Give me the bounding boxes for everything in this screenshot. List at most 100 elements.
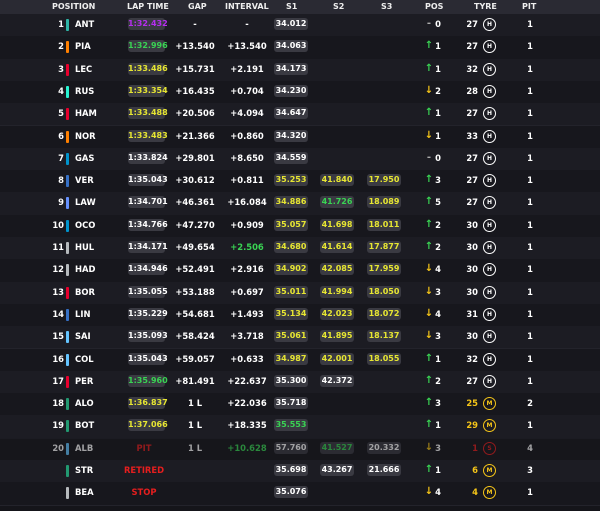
gap-value: +21.366 xyxy=(175,130,215,141)
team-color-bar xyxy=(66,19,69,31)
position-change: 1 xyxy=(435,465,441,475)
pit-count: 1 xyxy=(527,63,533,74)
sector-2-time: 41.614 xyxy=(320,241,354,253)
lap-time: 1:33.483 xyxy=(128,129,168,142)
position-change: 3 xyxy=(435,286,441,297)
interval-value: +2.506 xyxy=(230,242,264,252)
header-s2: S2 xyxy=(333,2,345,11)
interval-value: +0.860 xyxy=(230,130,264,141)
driver-code: OCO xyxy=(75,219,96,230)
gap-value: 1 L xyxy=(187,398,203,409)
table-row[interactable]: 14 LIN 1:35.229 +54.681 +1.493 35.134 42.023 18… xyxy=(0,303,600,328)
sector-1-time: 35.253 xyxy=(274,174,308,187)
table-row[interactable]: 3 LEC 1:33.486 +15.731 +2.191 34.173 ↑ 1 32 H 1 xyxy=(0,58,600,82)
pit-count: 1 xyxy=(527,85,533,96)
table-row[interactable]: 13 BOR 1:35.055 +53.188 +0.697 35.011 41.994 18… xyxy=(0,281,600,305)
position-number: 18 xyxy=(52,398,64,409)
table-row[interactable]: 7 GAS 1:33.824 +29.801 +8.650 34.559-0 27 H 1 xyxy=(0,147,600,172)
tyre-compound-icon: H xyxy=(483,352,496,366)
tyre-compound-icon: H xyxy=(483,84,496,98)
team-color-bar xyxy=(66,242,69,254)
table-row[interactable]: 5 HAM 1:33.488 +20.506 +4.094 34.647 ↑ 1 27 H 1 xyxy=(0,103,600,127)
driver-code: NOR xyxy=(75,130,96,141)
sector-1-time: 35.718 xyxy=(274,397,308,410)
team-color-bar xyxy=(66,398,69,411)
position-change: 2 xyxy=(435,375,441,386)
sector-3-time: 18.137 xyxy=(367,330,401,343)
team-color-bar xyxy=(66,264,69,277)
table-row[interactable]: 8 VER 1:35.043 +30.612 +0.811 35.253 41.840 17.… xyxy=(0,170,600,194)
table-row[interactable]: 16 COL 1:35.043 +59.057 +0.633 34.987 42.001 18… xyxy=(0,348,600,372)
table-row[interactable]: 18 ALO 1:36.837 1 L +22.036 35.718 ↑ 3 25 M 2 xyxy=(0,393,600,417)
position-number: 8 xyxy=(58,175,64,186)
table-row[interactable]: BEA STOP 35.076 ↓ 4 4 M 1 xyxy=(0,482,600,506)
tyre-laps: 27 xyxy=(466,197,478,208)
sector-3-time: 17.959 xyxy=(367,263,401,276)
sector-1-time: 35.076 xyxy=(274,486,308,499)
driver-code: ANT xyxy=(75,19,95,29)
sector-3-time: 17.877 xyxy=(367,241,401,253)
table-row[interactable]: 9 LAW 1:34.701 +46.361 +16.084 34.886 41.726 18… xyxy=(0,192,600,216)
tyre-compound-icon: H xyxy=(483,151,496,165)
sector-1-time: 35.300 xyxy=(274,374,308,387)
position-number: 15 xyxy=(52,331,64,342)
team-color-bar xyxy=(66,219,69,232)
team-color-bar xyxy=(66,487,69,500)
table-row[interactable]: 17 PER 1:35.960 +81.491 +22.637 35.300 42.372 ↑… xyxy=(0,370,600,395)
table-row[interactable]: STR RETIRED 35.698 43.267 21.666 ↑ 1 6 M 3 xyxy=(0,460,600,484)
driver-code: LAW xyxy=(75,197,96,208)
table-row[interactable]: 19 BOT 1:37.066 1 L +18.335 35.553 ↑ 1 29 M 1 xyxy=(0,415,600,439)
driver-code: BOT xyxy=(75,420,95,431)
gap-value: - xyxy=(193,19,197,29)
tyre-compound-icon: H xyxy=(483,330,496,344)
table-row[interactable]: 1 ANT 1:32.432- -34.012-0 27 H 1 xyxy=(0,14,600,38)
header-pit: PIT xyxy=(522,2,537,11)
table-row[interactable]: 4 RUS 1:33.354 +16.435 +0.704 34.230 ↓ 2 28 H 1 xyxy=(0,80,600,105)
table-row[interactable]: 6 NOR 1:33.483 +21.366 +0.860 34.320 ↓ 1 33 H 1 xyxy=(0,125,600,149)
interval-value: +13.540 xyxy=(227,41,267,52)
table-row[interactable]: 12 HAD 1:34.946 +52.491 +2.916 34.902 42.085 17… xyxy=(0,259,600,283)
lap-time: 1:35.960 xyxy=(128,374,168,387)
table-row[interactable]: 15 SAI 1:35.093 +58.424 +3.718 35.061 41.895 18… xyxy=(0,326,600,350)
sector-3-time: 17.950 xyxy=(367,174,401,187)
team-color-bar xyxy=(66,442,69,455)
lap-time: 1:35.093 xyxy=(128,330,168,343)
table-header: POSITION LAP TIME GAP INTERVAL S1 S2 S3 … xyxy=(0,0,600,14)
table-row[interactable]: 2 PIA 1:32.996 +13.540 +13.540 34.063 ↑ 1 27 H 1 xyxy=(0,36,600,60)
sector-1-time: 34.680 xyxy=(274,241,308,253)
position-change: 1 xyxy=(435,353,441,364)
tyre-compound-icon: H xyxy=(483,174,496,188)
sector-1-time: 34.012 xyxy=(274,18,308,30)
tyre-laps: 27 xyxy=(466,19,478,29)
position-number: 4 xyxy=(58,85,64,96)
lap-time: 1:37.066 xyxy=(128,419,168,432)
table-row[interactable]: 20 ALB PIT 1 L +10.628 57.760 41.527 20.332 ↓ 3 1 S… xyxy=(0,437,600,461)
tyre-compound-icon: S xyxy=(483,441,496,455)
sector-2-time: 43.267 xyxy=(320,464,354,476)
gap-value: 1 L xyxy=(187,420,203,431)
tyre-laps: 30 xyxy=(466,242,478,252)
team-color-bar xyxy=(66,420,69,433)
tyre-compound-icon: M xyxy=(483,419,496,433)
header-gap: GAP xyxy=(188,2,207,11)
tyre-compound-icon: H xyxy=(483,40,496,54)
position-change: 3 xyxy=(435,442,441,453)
table-row[interactable]: 11 HUL 1:34.171 +49.654 +2.506 34.680 41.614 17… xyxy=(0,237,600,261)
table-row[interactable]: 10 OCO 1:34.766 +47.270 +0.909 35.057 41.698 18… xyxy=(0,214,600,238)
lap-time: 1:33.488 xyxy=(128,107,168,120)
tyre-laps: 27 xyxy=(466,152,478,163)
sector-1-time: 34.987 xyxy=(274,352,308,365)
tyre-laps: 30 xyxy=(466,286,478,297)
tyre-compound-icon: H xyxy=(483,263,496,277)
gap-value: +29.801 xyxy=(175,152,215,163)
pit-count: 1 xyxy=(527,286,533,297)
position-number: 19 xyxy=(52,420,64,431)
lap-time: 1:35.055 xyxy=(128,285,168,298)
sector-1-time: 34.320 xyxy=(274,129,308,142)
pit-count: 1 xyxy=(527,331,533,342)
tyre-laps: 30 xyxy=(466,219,478,230)
pit-count: 1 xyxy=(527,175,533,186)
position-number: 12 xyxy=(52,264,64,275)
sector-1-time: 34.902 xyxy=(274,263,308,276)
tyre-laps: 27 xyxy=(466,108,478,119)
